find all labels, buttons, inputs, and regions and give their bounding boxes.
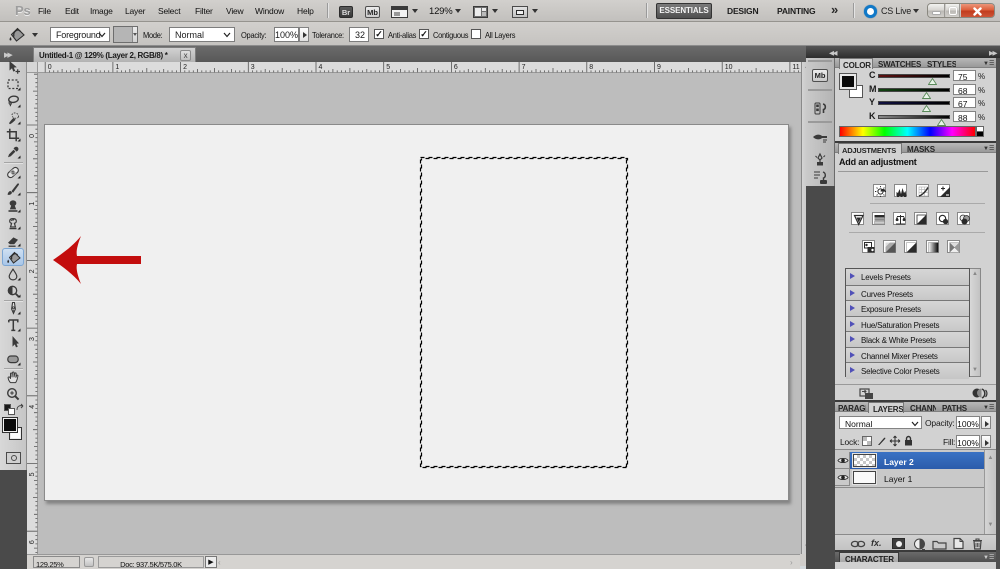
svg-text:8: 8 <box>589 64 593 71</box>
svg-text:3: 3 <box>29 337 36 341</box>
svg-text:1: 1 <box>29 202 36 206</box>
svg-text:0: 0 <box>48 64 52 71</box>
svg-text:2: 2 <box>183 64 187 71</box>
svg-text:11: 11 <box>792 64 799 71</box>
svg-text:6: 6 <box>454 64 458 71</box>
svg-text:3: 3 <box>251 64 255 71</box>
svg-text:6: 6 <box>29 540 36 544</box>
svg-text:7: 7 <box>522 64 526 71</box>
svg-text:4: 4 <box>29 405 36 409</box>
svg-text:9: 9 <box>657 64 661 71</box>
svg-text:5: 5 <box>29 472 36 476</box>
svg-text:4: 4 <box>319 64 323 71</box>
svg-text:0: 0 <box>29 134 36 138</box>
svg-text:1: 1 <box>115 64 119 71</box>
svg-text:5: 5 <box>386 64 390 71</box>
svg-text:10: 10 <box>725 64 733 71</box>
svg-text:2: 2 <box>29 269 36 273</box>
